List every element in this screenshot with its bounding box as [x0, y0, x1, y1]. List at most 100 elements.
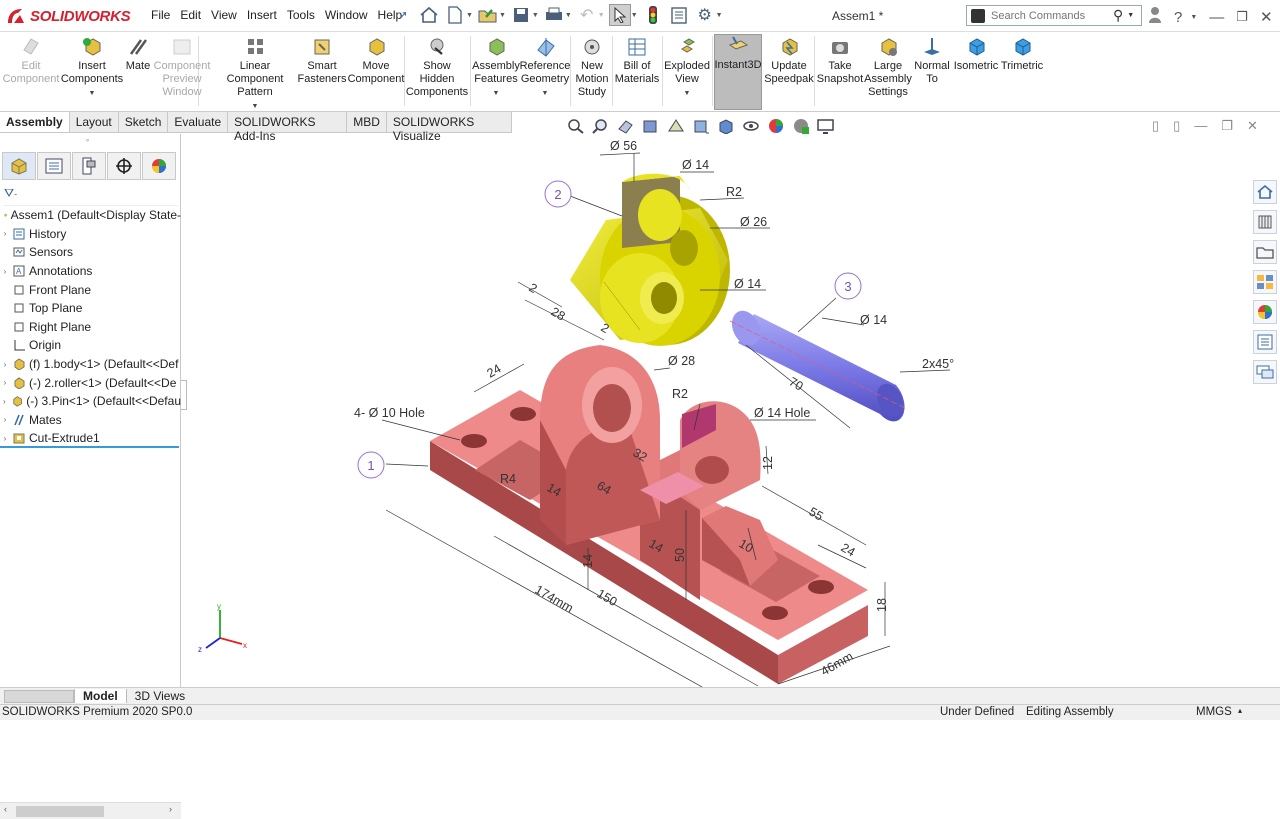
chevron-down-icon[interactable]: ▼: [631, 12, 638, 19]
search-icon[interactable]: ⚲: [1113, 7, 1123, 24]
select-cursor-icon[interactable]: [608, 4, 631, 26]
chevron-down-icon[interactable]: ▼: [1190, 14, 1197, 21]
apply-scene-icon[interactable]: [791, 117, 811, 134]
isometric-button[interactable]: Isometric: [954, 36, 998, 73]
menu-item-window[interactable]: Window: [320, 8, 373, 22]
close-icon[interactable]: ✕: [1260, 8, 1273, 26]
tab-sketch[interactable]: Sketch: [118, 112, 169, 132]
tab-assembly[interactable]: Assembly: [0, 112, 70, 132]
chevron-down-icon[interactable]: ▼: [598, 12, 605, 19]
options-gear-icon[interactable]: ⚙: [694, 4, 716, 26]
chevron-right-icon[interactable]: ›: [0, 397, 9, 406]
rebuild-icon[interactable]: [642, 4, 664, 26]
linear-pattern-button[interactable]: Linear Component Pattern ▼: [212, 36, 298, 113]
design-library-icon[interactable]: [1252, 210, 1277, 234]
tree-item[interactable]: › (f) 1.body<1> (Default<<Def: [0, 355, 181, 374]
solidworks-logo[interactable]: SOLIDWORKS: [6, 5, 131, 27]
tree-item[interactable]: › (-) 3.Pin<1> (Default<<Defau: [0, 392, 181, 411]
help-icon[interactable]: ?: [1174, 9, 1182, 26]
tree-item[interactable]: Top Plane: [0, 299, 181, 318]
chevron-right-icon[interactable]: ›: [0, 267, 10, 276]
minimize-view-icon[interactable]: —: [1194, 118, 1207, 134]
chevron-down-icon[interactable]: ▼: [532, 12, 539, 19]
menu-item-edit[interactable]: Edit: [175, 8, 206, 22]
tab-solidworks-visualize[interactable]: SOLIDWORKS Visualize: [386, 112, 512, 143]
save-icon[interactable]: [510, 4, 532, 26]
search-input[interactable]: [991, 9, 1111, 22]
smart-fasteners-button[interactable]: Smart Fasteners: [298, 36, 346, 86]
edit-appearance-icon[interactable]: [766, 117, 786, 134]
body-part[interactable]: [430, 345, 868, 684]
menu-item-insert[interactable]: Insert: [242, 8, 282, 22]
tree-item[interactable]: › History: [0, 225, 181, 244]
tree-horizontal-scrollbar[interactable]: ‹ ›: [0, 802, 181, 819]
panel-right-icon[interactable]: ▯: [1173, 118, 1180, 134]
appearances-icon[interactable]: [1252, 300, 1277, 324]
solidworks-resources-icon[interactable]: [1252, 180, 1277, 204]
view-palette-icon[interactable]: [1252, 270, 1277, 294]
instant3d-button[interactable]: Instant3D: [714, 34, 762, 110]
balloon-1[interactable]: 1: [357, 451, 385, 479]
unit-system[interactable]: MMGS: [1196, 706, 1232, 718]
bottom-tab-3d-views[interactable]: 3D Views: [125, 689, 193, 703]
tree-item[interactable]: Front Plane: [0, 280, 181, 299]
menu-item-view[interactable]: View: [206, 8, 242, 22]
close-view-icon[interactable]: ✕: [1247, 118, 1258, 134]
tab-solidworks-add-ins[interactable]: SOLIDWORKS Add-Ins: [228, 112, 348, 143]
reference-geometry-button[interactable]: Reference Geometry ▼: [518, 36, 572, 100]
configuration-manager-tab[interactable]: [72, 152, 106, 180]
chevron-down-icon[interactable]: ▼: [1127, 12, 1134, 19]
restore-icon[interactable]: ❐: [1236, 9, 1248, 25]
chevron-right-icon[interactable]: ›: [0, 434, 10, 443]
chevron-up-icon[interactable]: ▴: [1238, 706, 1242, 715]
tree-item[interactable]: › Cut-Extrude1: [0, 429, 181, 448]
display-manager-tab[interactable]: [142, 152, 176, 180]
bill-of-materials-button[interactable]: Bill of Materials: [614, 36, 660, 86]
panel-left-icon[interactable]: ▯: [1152, 118, 1159, 134]
edit-component-button[interactable]: Edit Component: [3, 36, 59, 86]
chevron-right-icon[interactable]: ›: [0, 415, 10, 424]
tree-item[interactable]: Sensors: [0, 243, 181, 262]
chevron-down-icon[interactable]: ▼: [565, 12, 572, 19]
chevron-right-icon[interactable]: ›: [0, 229, 10, 238]
insert-components-button[interactable]: Insert Components ▼: [61, 36, 123, 100]
property-manager-tab[interactable]: [37, 152, 71, 180]
view-settings-icon[interactable]: [816, 117, 836, 134]
panel-splitter-dot[interactable]: °: [86, 138, 89, 147]
menu-item-file[interactable]: File: [146, 8, 175, 22]
tab-layout[interactable]: Layout: [69, 112, 119, 132]
trimetric-button[interactable]: Trimetric: [1000, 36, 1044, 73]
rollback-bar[interactable]: [0, 446, 179, 448]
open-folder-icon[interactable]: [477, 4, 499, 26]
snapshot-button[interactable]: Take Snapshot: [816, 36, 864, 86]
bottom-tab-model[interactable]: Model: [74, 689, 126, 703]
tree-item[interactable]: Origin: [0, 336, 181, 355]
balloon-2[interactable]: 2: [544, 180, 572, 208]
undo-icon[interactable]: ↶: [576, 4, 598, 26]
dynamic-annotation-icon[interactable]: [666, 117, 686, 134]
chevron-down-icon[interactable]: ▼: [493, 87, 500, 100]
new-document-icon[interactable]: [444, 4, 466, 26]
previous-view-icon[interactable]: [616, 117, 636, 134]
zoom-to-fit-icon[interactable]: [566, 117, 586, 134]
feature-manager-tab[interactable]: [2, 152, 36, 180]
tree-item[interactable]: › (-) 2.roller<1> (Default<<De: [0, 373, 181, 392]
view-orientation-icon[interactable]: [691, 117, 711, 134]
file-properties-icon[interactable]: [668, 4, 690, 26]
hide-show-items-icon[interactable]: [741, 117, 761, 134]
minimize-icon[interactable]: —: [1209, 9, 1224, 26]
display-style-icon[interactable]: [716, 117, 736, 134]
scroll-thumb[interactable]: [16, 806, 104, 817]
tree-item[interactable]: › A Annotations: [0, 262, 181, 281]
scroll-right-icon[interactable]: ›: [169, 804, 172, 814]
chevron-right-icon[interactable]: ›: [0, 360, 10, 369]
chevron-down-icon[interactable]: ▼: [89, 87, 96, 100]
tab-scroll-arrows[interactable]: [4, 689, 74, 703]
forum-icon[interactable]: [1252, 360, 1277, 384]
motion-study-button[interactable]: New Motion Study: [572, 36, 612, 99]
dimxpert-manager-tab[interactable]: [107, 152, 141, 180]
mate-button[interactable]: Mate: [122, 36, 154, 73]
show-hidden-button[interactable]: Show Hidden Components: [406, 36, 468, 99]
search-box[interactable]: ⚲ ▼: [966, 5, 1142, 26]
move-component-button[interactable]: Move Component: [348, 36, 404, 86]
